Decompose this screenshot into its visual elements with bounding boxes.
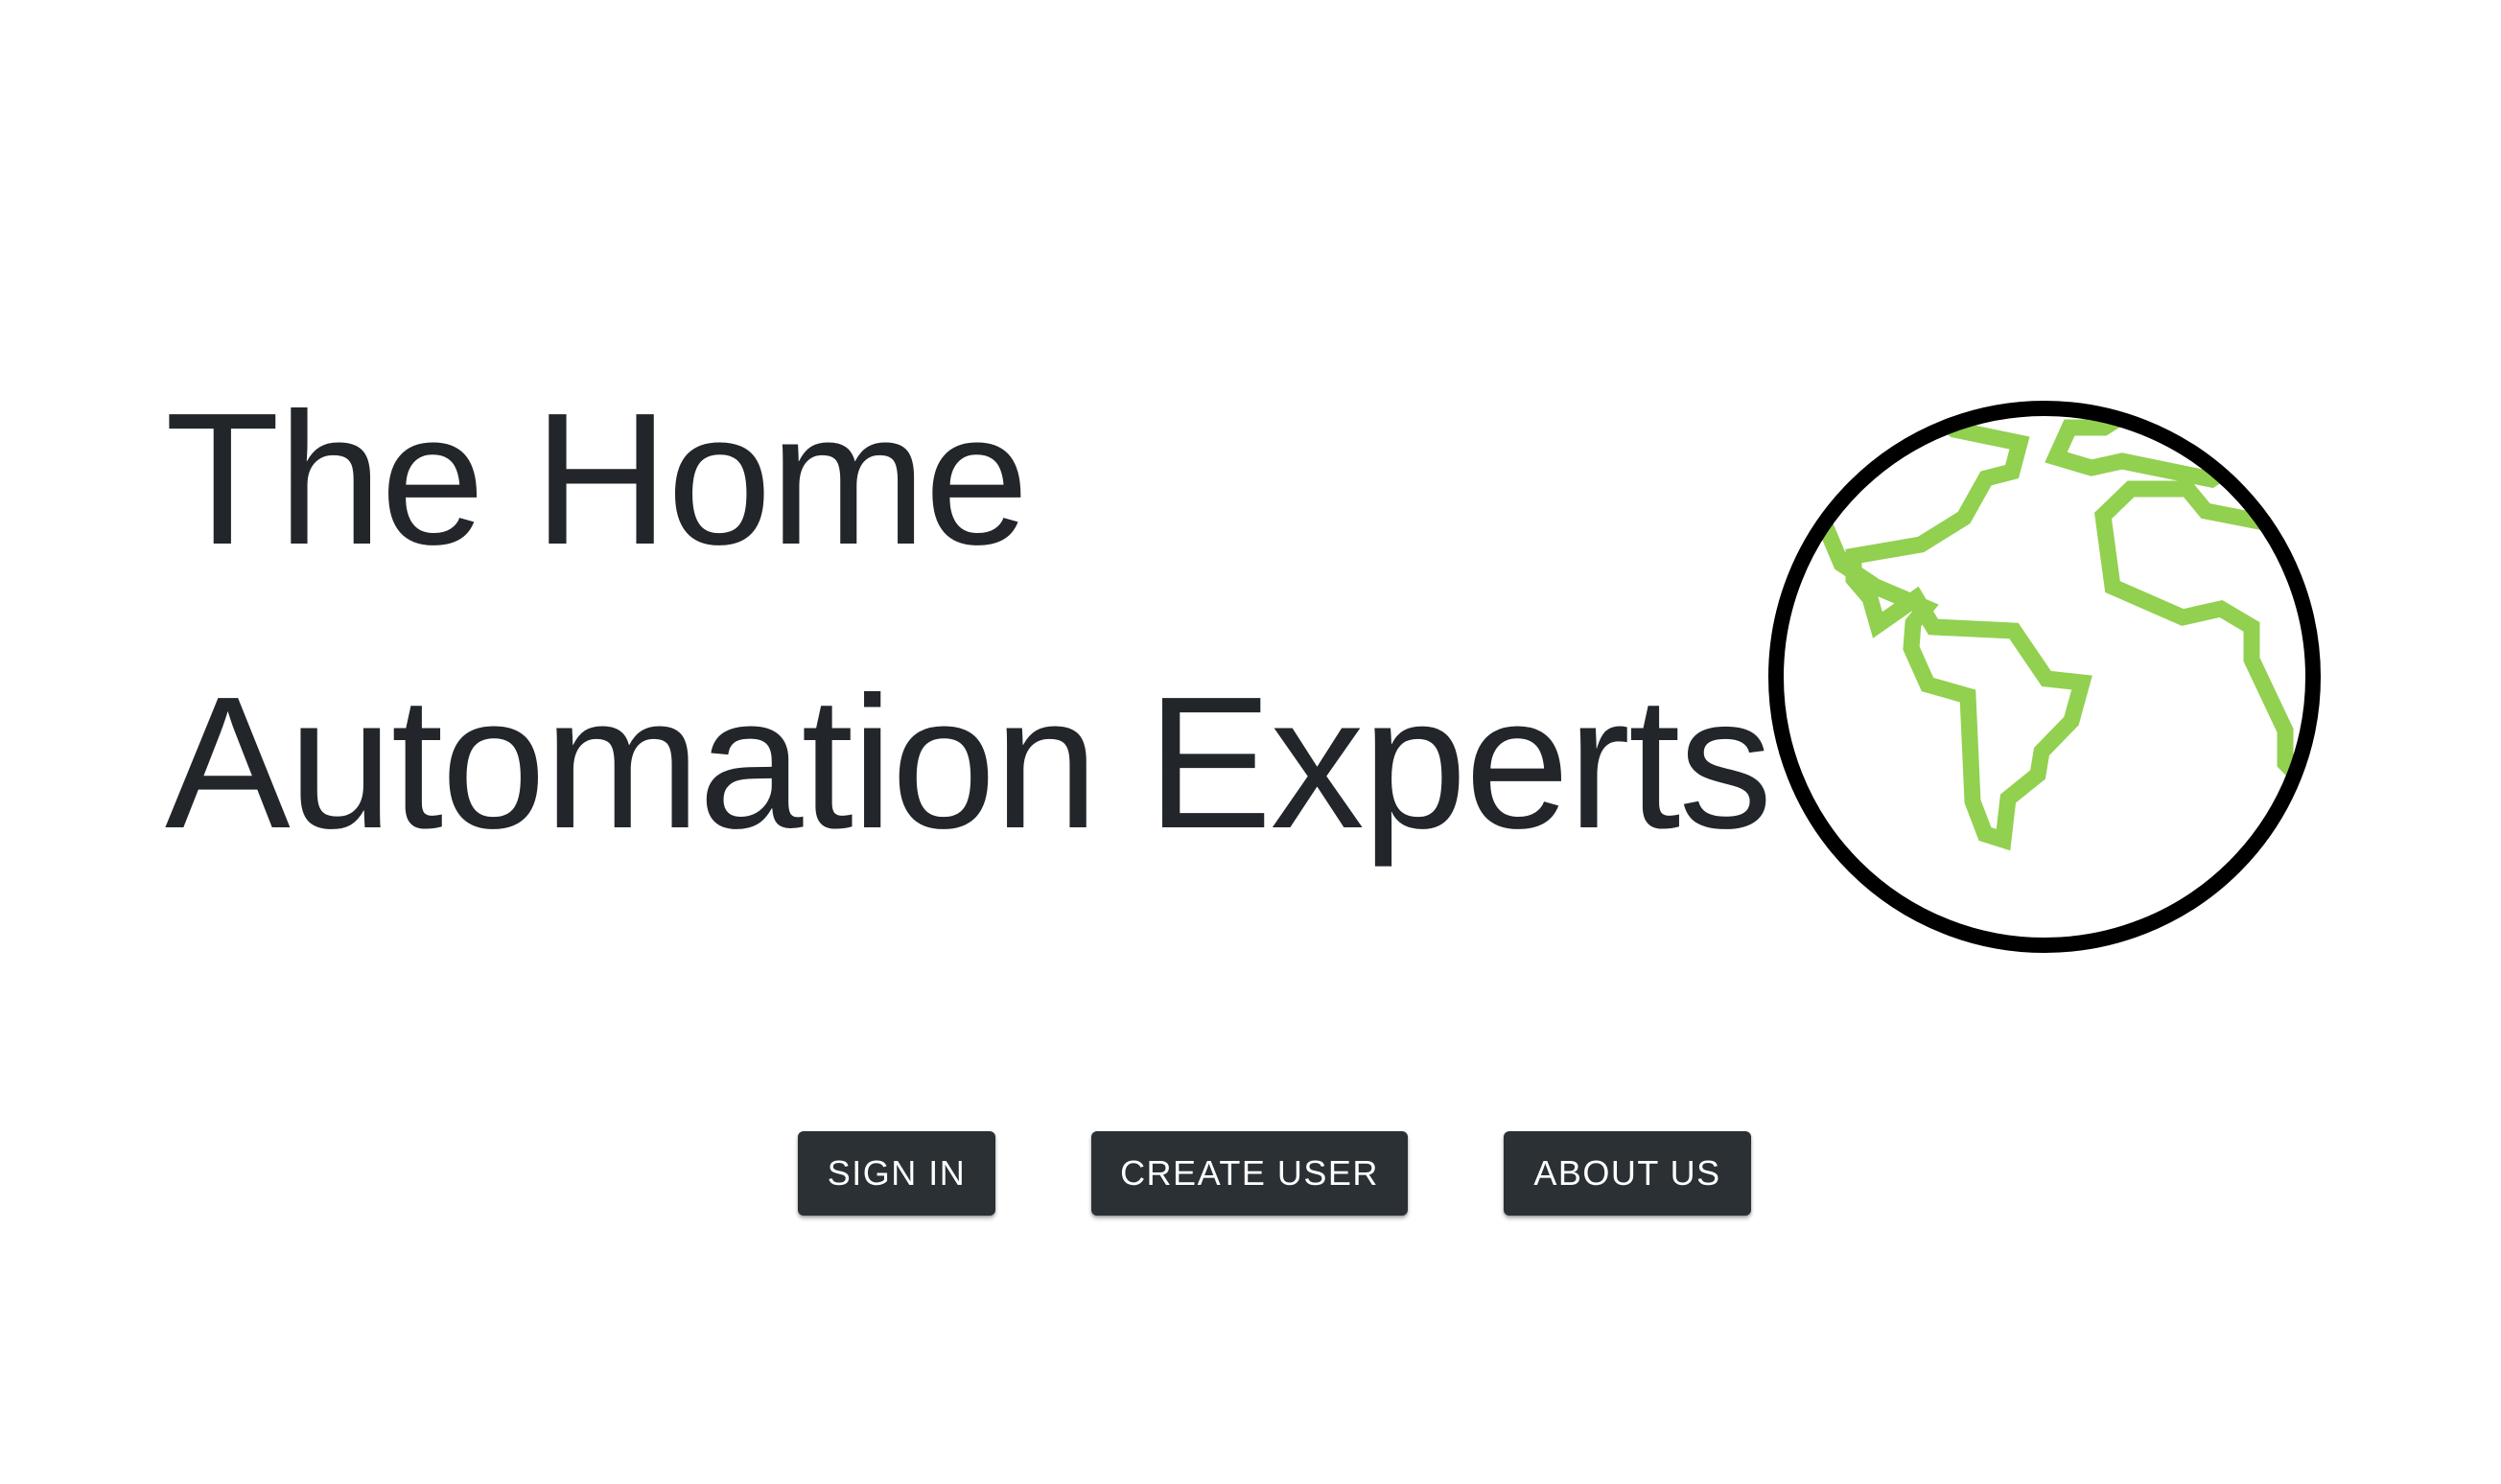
title-line-2: Automation Experts: [165, 658, 1772, 868]
page-title: The Home Automation Experts: [165, 337, 1772, 905]
create-user-button[interactable]: CREATE USER: [1091, 1131, 1408, 1216]
title-line-1: The Home: [165, 374, 1029, 584]
action-buttons: SIGN IN CREATE USER ABOUT US: [0, 1131, 2501, 1217]
sign-in-button[interactable]: SIGN IN: [798, 1131, 995, 1216]
hero-section: The Home Automation Experts SIGN IN CREA…: [0, 0, 2501, 1484]
about-us-button[interactable]: ABOUT US: [1504, 1131, 1751, 1216]
americas-landmass: [1803, 408, 2092, 851]
globe-icon: [1763, 395, 2326, 959]
